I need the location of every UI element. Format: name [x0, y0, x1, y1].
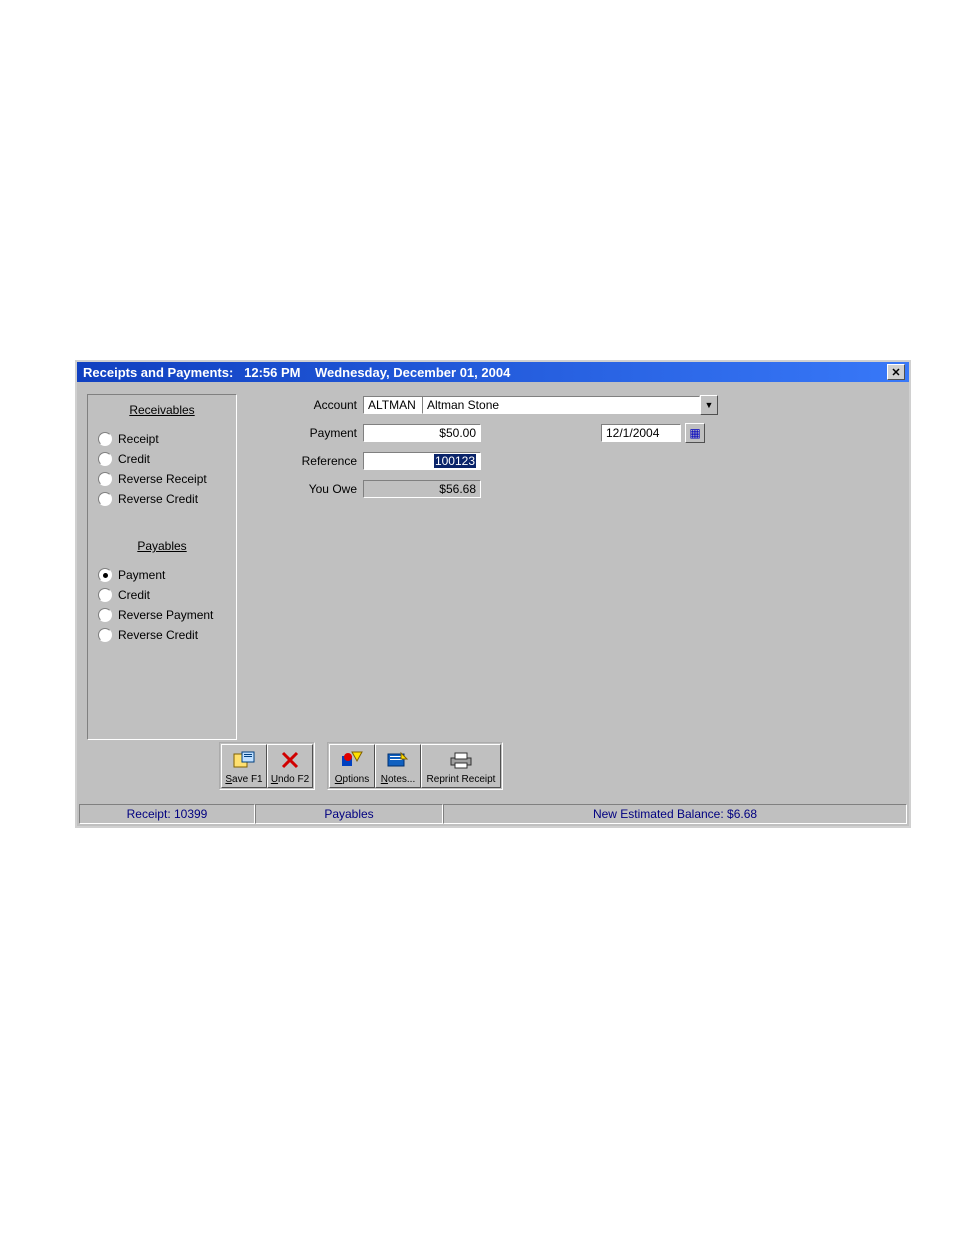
- fields-area: Account ▼ Payment ▦ Reference 100123: [247, 394, 899, 506]
- receivables-heading: Receivables: [88, 403, 236, 417]
- radio-payment[interactable]: Payment: [88, 565, 236, 585]
- undo-button-label: Undo F2: [271, 774, 309, 785]
- radio-icon: [98, 588, 112, 602]
- reference-row: Reference 100123: [247, 450, 899, 472]
- notes-icon: [387, 745, 409, 774]
- status-balance: New Estimated Balance: $6.68: [443, 804, 907, 824]
- radio-label: Reverse Credit: [118, 628, 198, 642]
- printer-icon: [449, 745, 473, 774]
- radio-icon: [98, 568, 112, 582]
- save-icon: [233, 745, 255, 774]
- reprint-receipt-button[interactable]: Reprint Receipt: [421, 744, 501, 788]
- chevron-down-icon: ▼: [705, 400, 714, 410]
- titlebar[interactable]: Receipts and Payments: 12:56 PM Wednesda…: [77, 362, 909, 382]
- radio-label: Credit: [118, 452, 150, 466]
- undo-icon: [280, 745, 300, 774]
- radio-receipt[interactable]: Receipt: [88, 429, 236, 449]
- account-label: Account: [247, 398, 363, 412]
- title-text: Receipts and Payments: 12:56 PM Wednesda…: [83, 365, 887, 380]
- dialog-body: Receivables Receipt Credit Reverse Recei…: [77, 382, 909, 778]
- radio-reverse-credit-recv[interactable]: Reverse Credit: [88, 489, 236, 509]
- reference-label: Reference: [247, 454, 363, 468]
- save-button-label: Save F1: [225, 774, 262, 785]
- notes-button[interactable]: Notes...: [375, 744, 421, 788]
- status-mode: Payables: [255, 804, 443, 824]
- calendar-button[interactable]: ▦: [685, 423, 705, 443]
- calendar-icon: ▦: [689, 426, 700, 440]
- radio-label: Reverse Payment: [118, 608, 213, 622]
- toolbar-group-1: Save F1 Undo F2: [219, 742, 315, 790]
- payment-date-input[interactable]: [601, 424, 681, 442]
- account-row: Account ▼: [247, 394, 899, 416]
- close-button[interactable]: ✕: [887, 364, 905, 380]
- options-button-label: Options: [335, 774, 369, 785]
- payables-heading: Payables: [88, 539, 236, 553]
- radio-label: Payment: [118, 568, 165, 582]
- toolbar: Save F1 Undo F2: [219, 742, 515, 790]
- save-button[interactable]: Save F1: [221, 744, 267, 788]
- radio-dot-icon: [103, 573, 108, 578]
- radio-credit-pay[interactable]: Credit: [88, 585, 236, 605]
- radio-credit-recv[interactable]: Credit: [88, 449, 236, 469]
- radio-reverse-credit-pay[interactable]: Reverse Credit: [88, 625, 236, 645]
- radio-icon: [98, 628, 112, 642]
- you-owe-row: You Owe $56.68: [247, 478, 899, 500]
- radio-label: Reverse Receipt: [118, 472, 207, 486]
- reprint-receipt-label: Reprint Receipt: [427, 774, 496, 785]
- you-owe-label: You Owe: [247, 482, 363, 496]
- radio-label: Credit: [118, 588, 150, 602]
- you-owe-readout: $56.68: [363, 480, 481, 498]
- radio-label: Reverse Credit: [118, 492, 198, 506]
- radio-icon: [98, 452, 112, 466]
- options-icon: [341, 745, 363, 774]
- statusbar: Receipt: 10399 Payables New Estimated Ba…: [79, 804, 907, 824]
- radio-icon: [98, 492, 112, 506]
- undo-button[interactable]: Undo F2: [267, 744, 313, 788]
- close-icon: ✕: [891, 366, 900, 379]
- radio-reverse-payment[interactable]: Reverse Payment: [88, 605, 236, 625]
- account-code-input[interactable]: [363, 396, 423, 414]
- radio-icon: [98, 472, 112, 486]
- receipts-payments-dialog: Receipts and Payments: 12:56 PM Wednesda…: [75, 360, 911, 828]
- radio-reverse-receipt[interactable]: Reverse Receipt: [88, 469, 236, 489]
- account-dropdown-button[interactable]: ▼: [700, 395, 718, 415]
- account-name-input[interactable]: [422, 396, 700, 414]
- toolbar-group-2: Options Notes...: [327, 742, 503, 790]
- reference-input[interactable]: 100123: [363, 452, 481, 470]
- notes-button-label: Notes...: [381, 774, 415, 785]
- payment-row: Payment ▦: [247, 422, 899, 444]
- status-receipt: Receipt: 10399: [79, 804, 255, 824]
- payment-amount-input[interactable]: [363, 424, 481, 442]
- payment-label: Payment: [247, 426, 363, 440]
- options-button[interactable]: Options: [329, 744, 375, 788]
- radio-icon: [98, 432, 112, 446]
- transaction-type-panel: Receivables Receipt Credit Reverse Recei…: [87, 394, 237, 740]
- radio-label: Receipt: [118, 432, 159, 446]
- radio-icon: [98, 608, 112, 622]
